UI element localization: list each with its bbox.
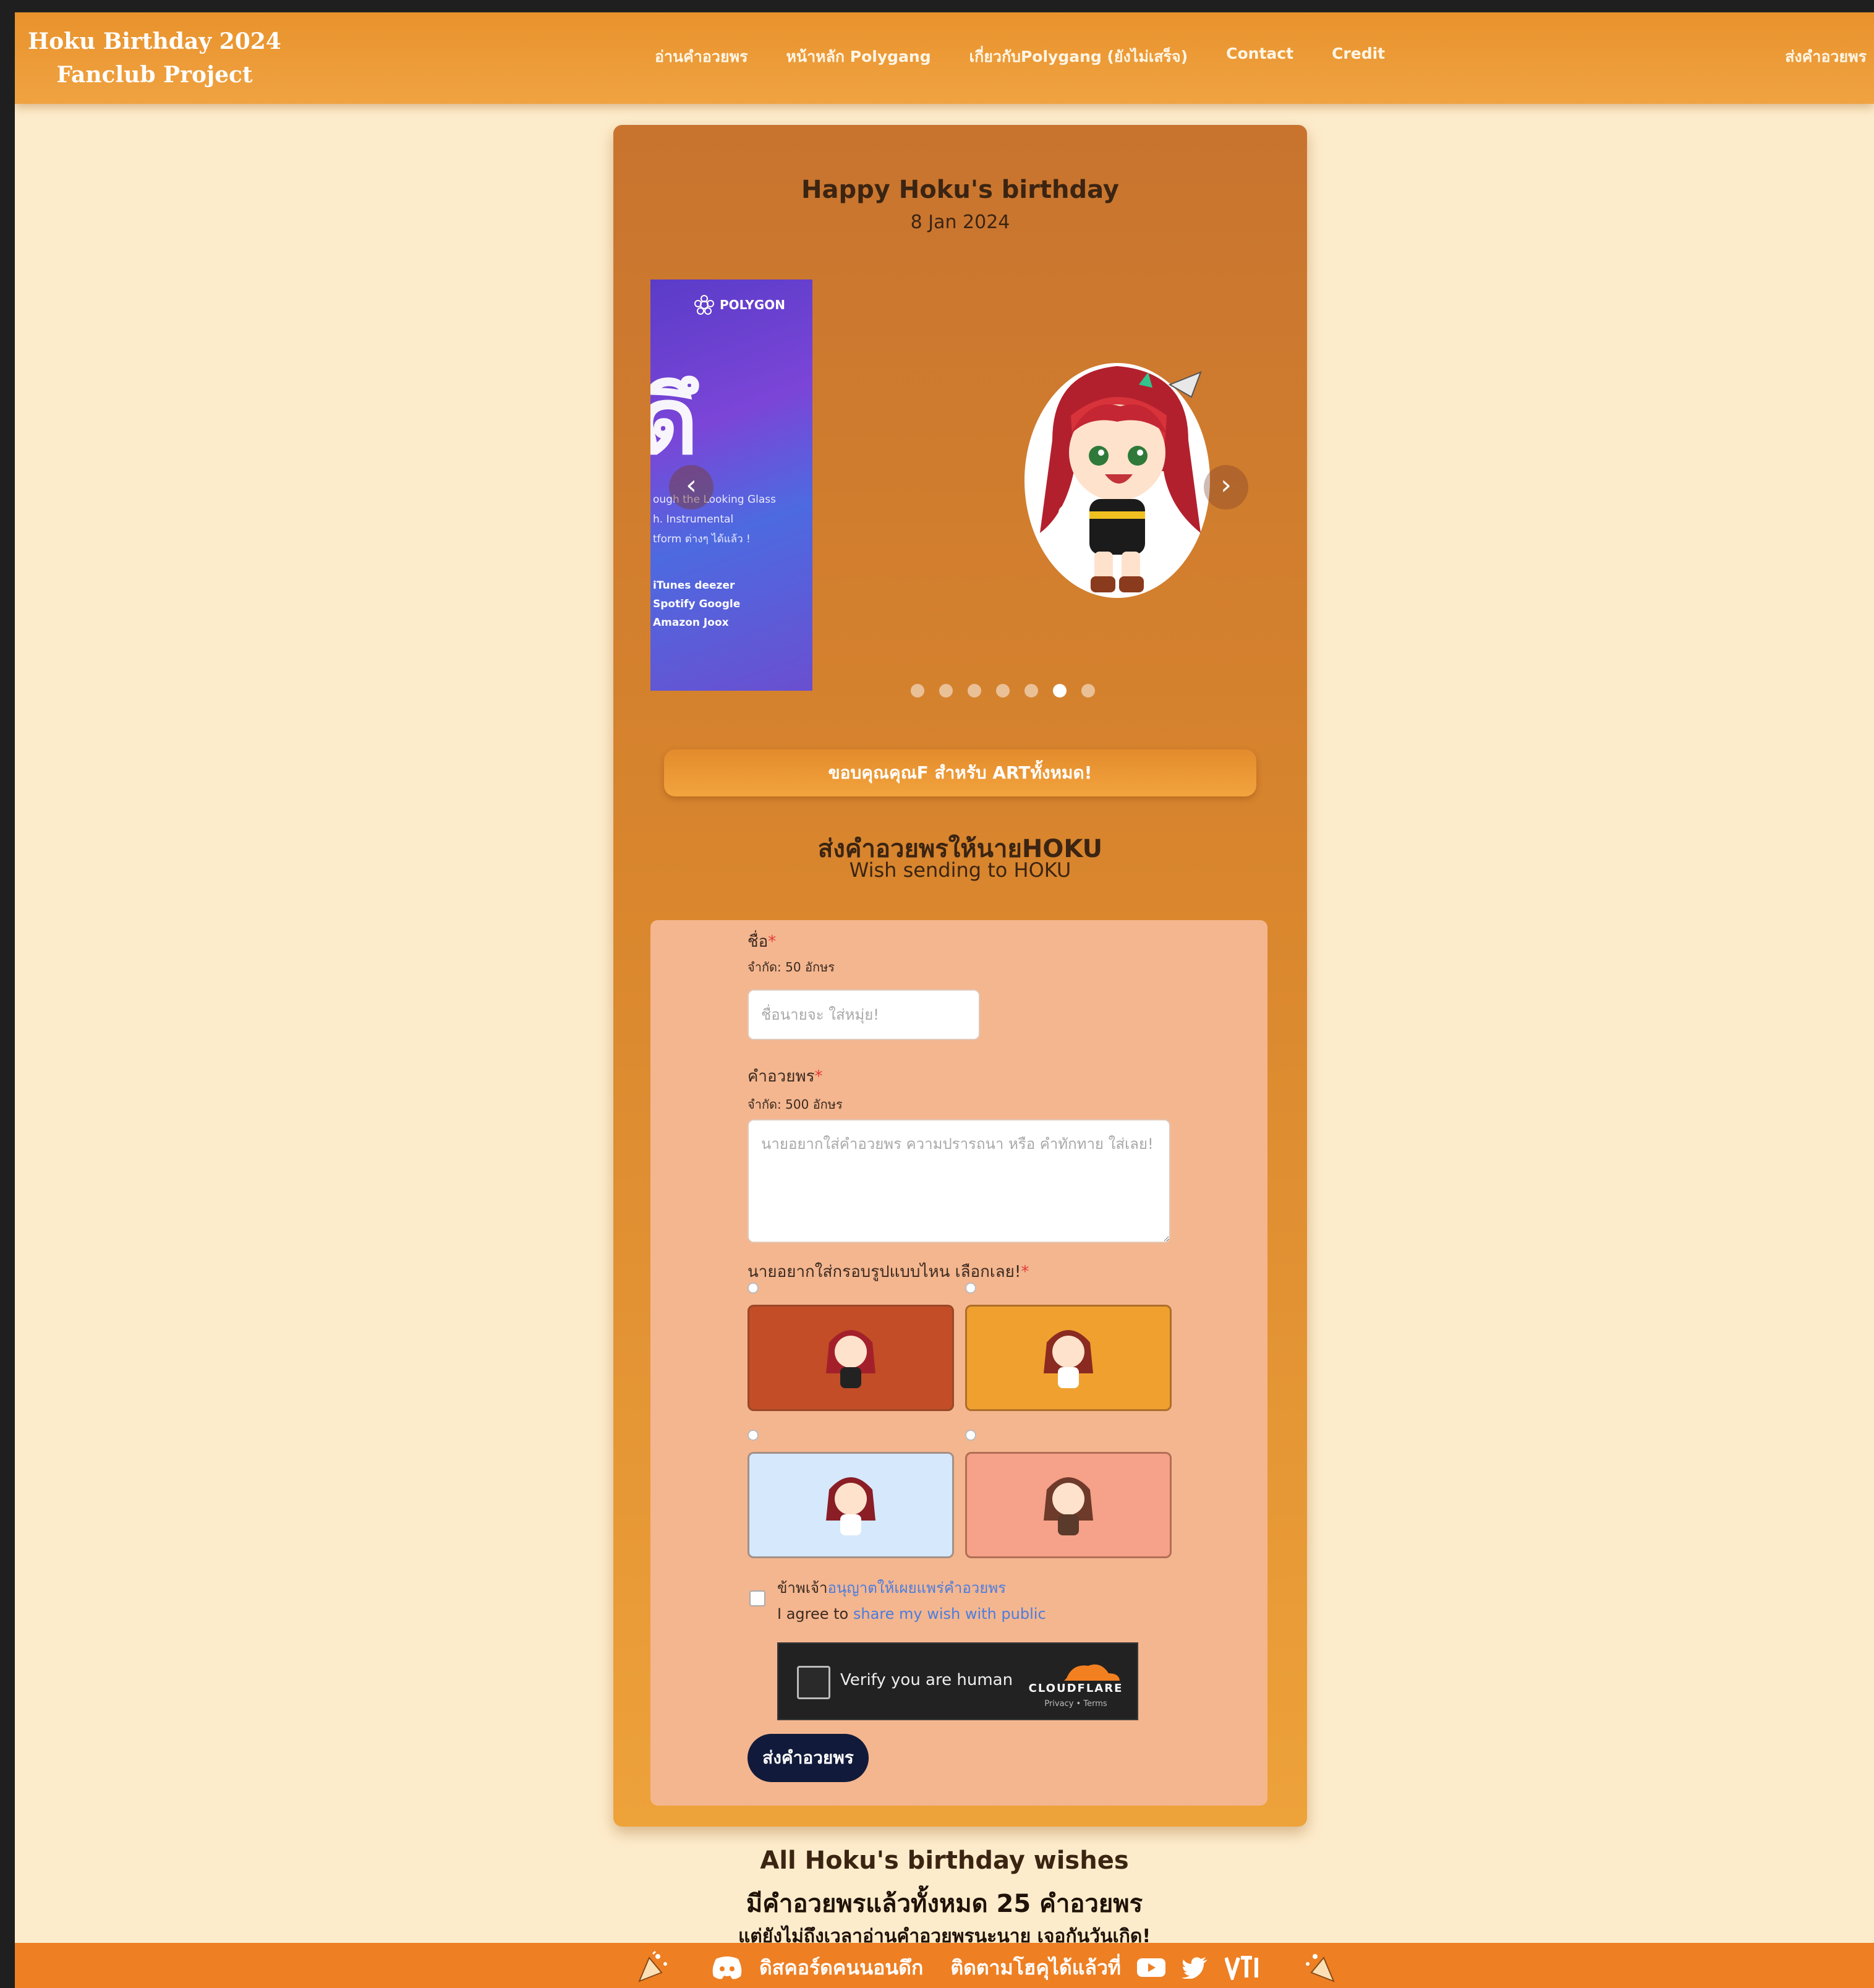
polygon-flower-icon [694, 295, 714, 315]
frame-radio-4[interactable] [965, 1430, 976, 1441]
follow-text: ติดตามโฮคุได้แล้วที่ [950, 1955, 1122, 1979]
carousel-dot[interactable] [939, 684, 953, 698]
name-limit: จำกัด: 50 อักษร [747, 960, 835, 975]
all-wishes-heading: All Hoku's birthday wishes [760, 1846, 1129, 1875]
frame-option-red[interactable] [747, 1305, 954, 1411]
nav-links: อ่านคำอวยพร หน้าหลัก Polygang เกี่ยวกับP… [655, 45, 1385, 69]
carousel-dot[interactable] [911, 684, 924, 698]
site-brand[interactable]: Hoku Birthday 2024 Fanclub Project [25, 25, 284, 92]
image-carousel: POLYGON ดึ ough the Looking Glass h. Ins… [650, 279, 1269, 700]
chevron-right-icon: › [1220, 469, 1232, 501]
discord-icon[interactable] [711, 1955, 743, 1980]
carousel-prev-button[interactable]: ‹ [669, 465, 713, 510]
wish-form: ชื่อ* จำกัด: 50 อักษร คำอวยพร* จำกัด: 50… [650, 920, 1267, 1806]
agree-text-english: I agree to share my wish with public [777, 1605, 1046, 1623]
carousel-dot[interactable] [968, 684, 981, 698]
wish-heading-english: Wish sending to HOKU [849, 858, 1071, 882]
album-caption-line: h. Instrumental [653, 513, 734, 526]
discord-link-text[interactable]: ดิสคอร์ดคนนอนดึก [759, 1952, 923, 1984]
frame-label-text: นายอยากใส่กรอบรูปแบบไหน เลือกเลย! [747, 1263, 1021, 1281]
carousel-dot[interactable] [1081, 684, 1095, 698]
footer-content: ดิสคอร์ดคนนอนดึก ติดตามโฮคุได้แล้วที่ [633, 1950, 1340, 1985]
wish-count: มีคำอวยพรแล้วทั้งหมด 25 คำอวยพร [746, 1890, 1143, 1918]
frame-label: นายอยากใส่กรอบรูปแบบไหน เลือกเลย!* [747, 1259, 1029, 1284]
carousel-indicators [650, 684, 1269, 698]
wish-limit: จำกัด: 500 อักษร [747, 1097, 843, 1112]
footer-bar: ดิสคอร์ดคนนอนดึก ติดตามโฮคุได้แล้วที่ [15, 1943, 1874, 1988]
polygon-logo-text: POLYGON [720, 297, 785, 312]
carousel-dot[interactable] [1024, 684, 1038, 698]
nav-link-send-wish[interactable]: ส่งคำอวยพร [1785, 45, 1867, 69]
birthday-card: Happy Hoku's birthday 8 Jan 2024 POLYGON… [613, 125, 1307, 1827]
brand-line-1: Hoku Birthday 2024 [28, 28, 281, 54]
agree-thai-link[interactable]: อนุญาตให้เผยแพร่คำอวยพร [827, 1579, 1006, 1597]
frame-option-pink[interactable] [965, 1452, 1172, 1558]
frame-radio-2[interactable] [965, 1282, 976, 1294]
store-logos: iTunes deezer Spotify Google Amazon Joox [653, 576, 740, 632]
agree-thai-prefix: ข้าพเจ้า [777, 1579, 828, 1597]
agree-english-link[interactable]: share my wish with public [853, 1605, 1046, 1623]
card-title: Happy Hoku's birthday [801, 176, 1119, 204]
nav-link-credit[interactable]: Credit [1332, 45, 1385, 69]
agree-text-thai: ข้าพเจ้าอนุญาตให้เผยแพร่คำอวยพร [777, 1576, 1006, 1600]
cloudflare-brand: CLOUDFLARE [1028, 1682, 1123, 1695]
frame-radio-3[interactable] [747, 1430, 759, 1441]
chibi-thumbnail [1044, 1330, 1093, 1388]
vtuber-logo-icon[interactable] [1225, 1955, 1262, 1980]
required-asterisk: * [768, 932, 777, 951]
nav-link-polygang-home[interactable]: หน้าหลัก Polygang [786, 45, 931, 69]
store-line: Spotify Google [653, 598, 741, 610]
name-field[interactable] [747, 989, 980, 1040]
wish-textarea[interactable] [747, 1119, 1170, 1243]
carousel-dot[interactable] [996, 684, 1010, 698]
nav-link-contact[interactable]: Contact [1226, 45, 1293, 69]
store-line: iTunes deezer [653, 579, 735, 592]
required-asterisk: * [1021, 1263, 1029, 1281]
nav-link-read-wishes[interactable]: อ่านคำอวยพร [655, 45, 748, 69]
twitter-icon[interactable] [1182, 1956, 1209, 1979]
name-label-text: ชื่อ [747, 932, 769, 951]
carousel-dot-active[interactable] [1053, 684, 1067, 698]
wish-label-text: คำอวยพร [747, 1067, 815, 1086]
wish-label: คำอวยพร* [747, 1064, 823, 1089]
agree-english-prefix: I agree to [777, 1605, 853, 1623]
chevron-left-icon: ‹ [686, 469, 697, 501]
party-popper-icon [633, 1950, 670, 1985]
youtube-icon[interactable] [1137, 1957, 1166, 1978]
agree-checkbox[interactable] [749, 1590, 765, 1606]
chibi-thumbnail [826, 1477, 875, 1535]
thanks-banner: ขอบคุณคุณF สำหรับ ARTทั้งหมด! [664, 749, 1256, 796]
chibi-thumbnail [826, 1330, 875, 1388]
polygon-logo: POLYGON [694, 294, 785, 315]
hoku-chibi-image [1024, 363, 1210, 598]
store-line: Amazon Joox [653, 616, 729, 629]
frame-option-blue[interactable] [747, 1452, 954, 1558]
party-popper-icon-right [1303, 1950, 1340, 1985]
captcha-links[interactable]: Privacy • Terms [1023, 1699, 1128, 1709]
browser-viewport: Hoku Birthday 2024 Fanclub Project อ่านค… [15, 12, 1874, 1988]
required-asterisk: * [814, 1067, 823, 1086]
brand-line-2: Fanclub Project [56, 62, 253, 88]
album-caption-line: tform ต่างๆ ได้แล้ว ! [653, 533, 751, 545]
captcha-checkbox[interactable] [797, 1666, 830, 1699]
submit-wish-button[interactable]: ส่งคำอวยพร [747, 1734, 869, 1782]
frame-option-orange[interactable] [965, 1305, 1172, 1411]
carousel-next-button[interactable]: › [1204, 465, 1248, 510]
card-date: 8 Jan 2024 [910, 211, 1010, 233]
album-caption: ough the Looking Glass h. Instrumental t… [653, 490, 776, 549]
name-label: ชื่อ* [747, 929, 776, 954]
frame-radio-1[interactable] [747, 1282, 759, 1294]
cloudflare-captcha: Verify you are human CLOUDFLARE Privacy … [777, 1642, 1138, 1720]
chibi-thumbnail [1044, 1477, 1093, 1535]
captcha-label: Verify you are human [840, 1671, 1013, 1689]
top-navbar: Hoku Birthday 2024 Fanclub Project อ่านค… [15, 12, 1874, 104]
nav-link-about-polygang[interactable]: เกี่ยวกับPolygang (ยังไม่เสร็จ) [969, 45, 1188, 69]
